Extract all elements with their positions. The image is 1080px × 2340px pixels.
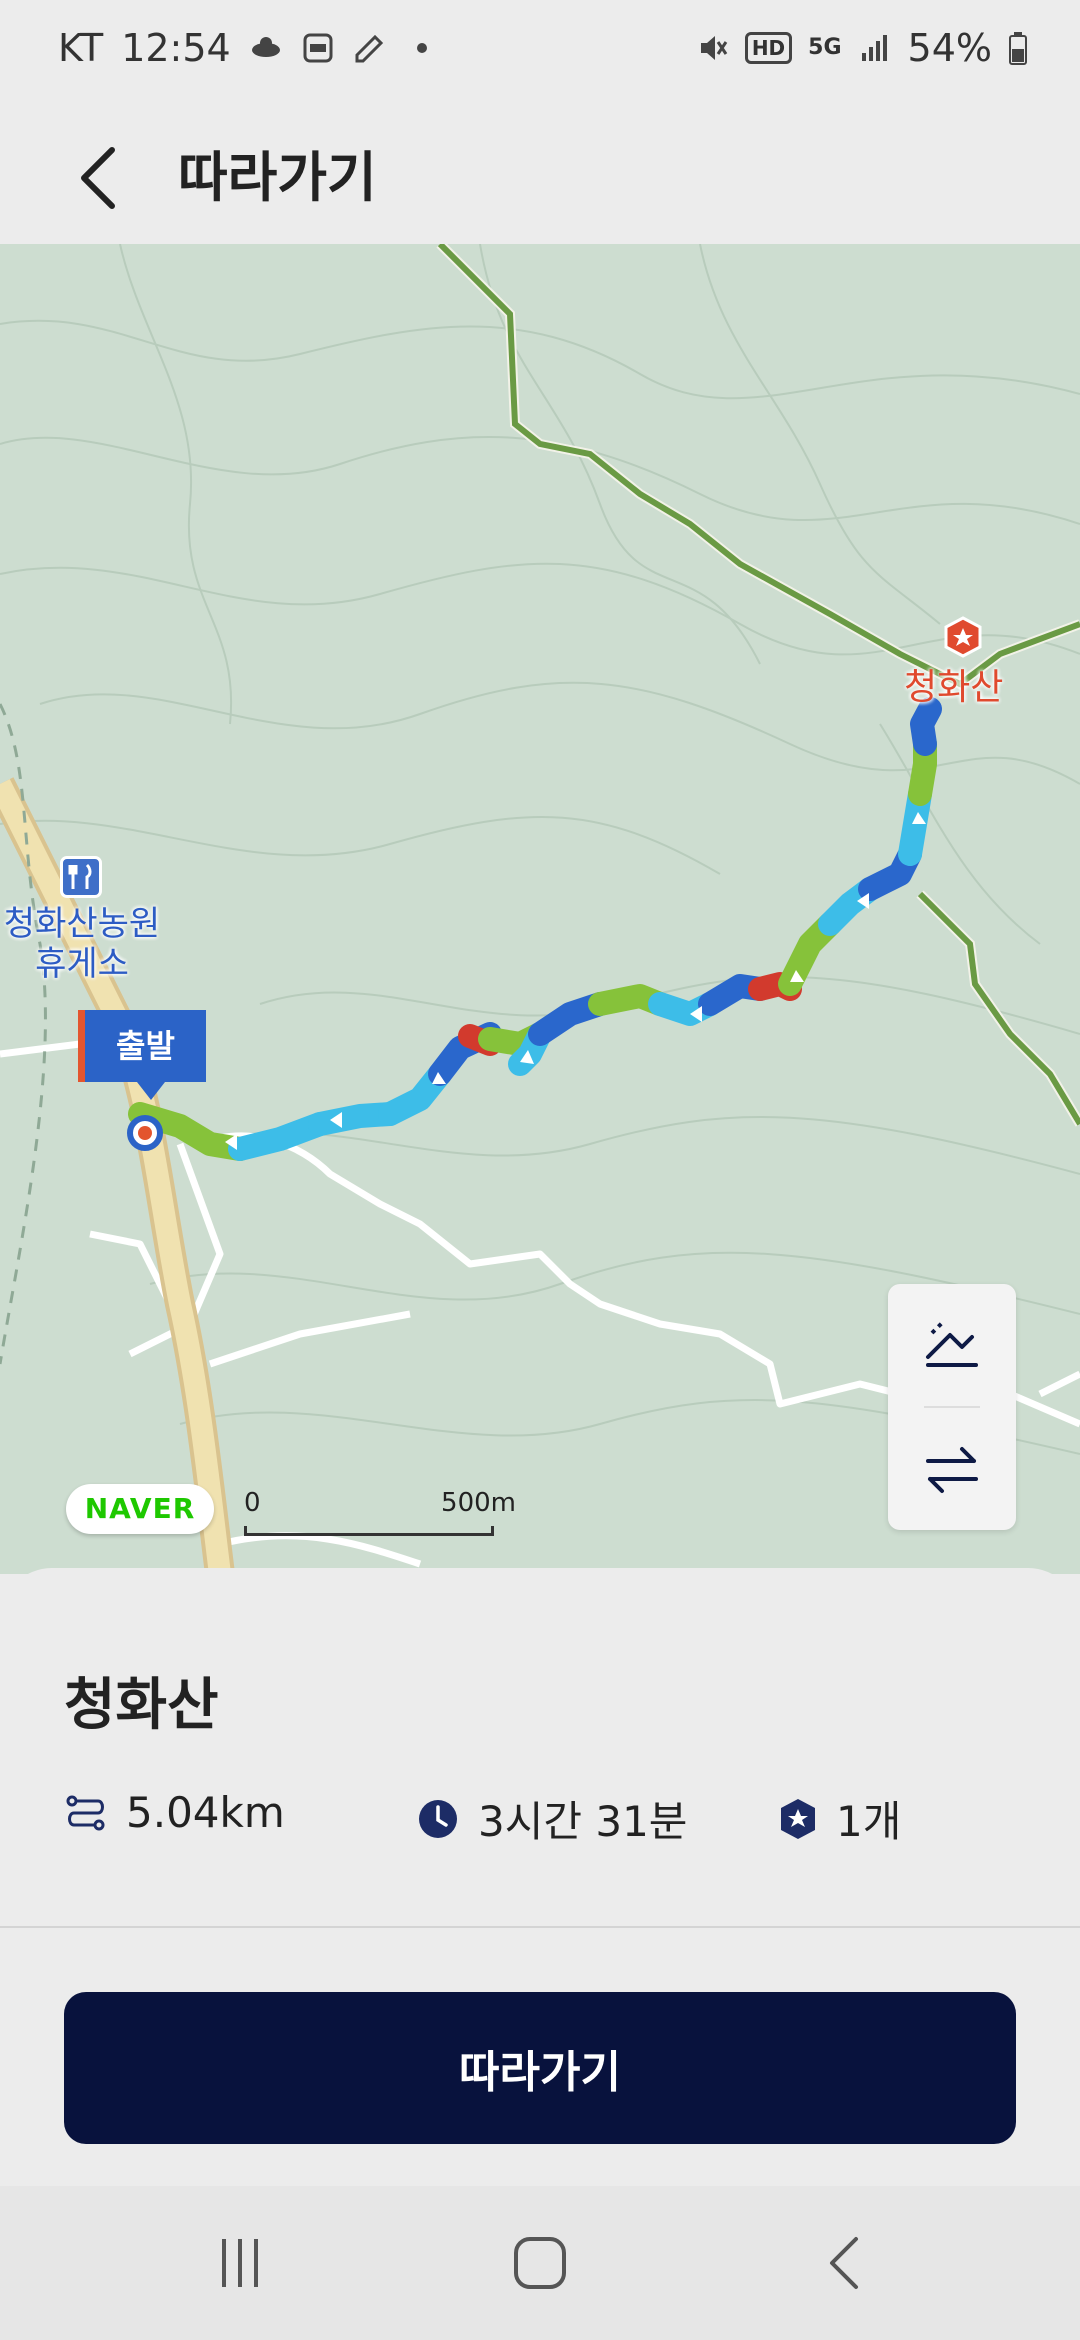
scale-distance-label: 500m (441, 1488, 516, 1518)
duration-value: 3시간 31분 (478, 1797, 688, 1846)
distance-stat: 5.04km (64, 1788, 285, 1837)
restaurant-icon[interactable] (60, 856, 102, 898)
scale-line (244, 1526, 494, 1536)
peak-marker (944, 616, 982, 658)
home-button[interactable] (480, 2216, 600, 2310)
map-controls (888, 1284, 1016, 1530)
start-flag: 출발 (78, 1010, 206, 1100)
course-name: 청화산 (64, 1673, 219, 1738)
chevron-left-icon (830, 2237, 858, 2289)
swap-arrows-icon (926, 1447, 978, 1493)
follow-button[interactable]: 따라가기 (64, 1992, 1016, 2144)
recent-apps-button[interactable] (180, 2216, 300, 2310)
map-view[interactable]: 청화산농원 휴게소 청화산 출발 NAVER 0 500m (0, 244, 1080, 1574)
peaks-stat: 1개 (778, 1788, 901, 1849)
trail-route (128, 697, 942, 1161)
rest-area-label-text: 청화산농원 휴게소 (3, 904, 161, 984)
back-button[interactable] (62, 138, 142, 218)
naver-logo: NAVER (66, 1484, 214, 1534)
peak-badge-icon (781, 1798, 815, 1839)
status-left: KT 12:54 (58, 26, 439, 70)
hd-badge: HD (744, 32, 793, 64)
course-info-sheet: 청화산 5.04km 3시간 31분 1개 따라가기 (0, 1568, 1080, 2186)
peak-count-value: 1개 (836, 1797, 902, 1846)
peak-label[interactable]: 청화산 (904, 668, 1003, 708)
recent-apps-icon (222, 2239, 258, 2287)
carrier-label: KT (58, 26, 104, 70)
scale-zero-label: 0 (244, 1488, 261, 1518)
course-stats: 5.04km 3시간 31분 1개 (64, 1788, 1024, 1848)
distance-value: 5.04km (126, 1788, 285, 1837)
elevation-icon (926, 1321, 978, 1367)
clock-icon (419, 1799, 457, 1838)
elevation-toggle-button[interactable] (888, 1286, 1016, 1404)
trail-markers (225, 812, 926, 1150)
page-title: 따라가기 (178, 146, 377, 209)
rest-area-label[interactable]: 청화산농원 휴게소 (0, 904, 164, 984)
status-bar: KT 12:54 HD 5G 54% (0, 0, 1080, 112)
battery-icon (1009, 32, 1027, 65)
time-stat: 3시간 31분 (416, 1788, 687, 1849)
system-back-button[interactable] (786, 2216, 906, 2310)
mute-icon (700, 36, 728, 60)
dot-icon (416, 43, 427, 53)
home-icon (514, 2237, 566, 2289)
scale-bar: 0 500m (244, 1488, 516, 1540)
network-type: 5G (808, 35, 842, 60)
battery-percent: 54% (907, 26, 992, 70)
notification-icon (251, 37, 280, 57)
system-nav-bar (0, 2186, 1080, 2340)
status-right: HD 5G 54% (695, 26, 1028, 70)
reverse-direction-button[interactable] (888, 1410, 1016, 1528)
back-arrow-icon (81, 147, 115, 209)
app-header: 따라가기 (0, 112, 1080, 244)
clock-time: 12:54 (121, 26, 231, 70)
start-point-marker (127, 1115, 163, 1151)
edit-icon (355, 34, 383, 63)
controls-separator (924, 1406, 980, 1408)
signal-icon (861, 35, 887, 61)
sheet-divider (0, 1926, 1080, 1928)
app-notification-icon (303, 33, 333, 63)
route-icon (66, 1795, 105, 1830)
